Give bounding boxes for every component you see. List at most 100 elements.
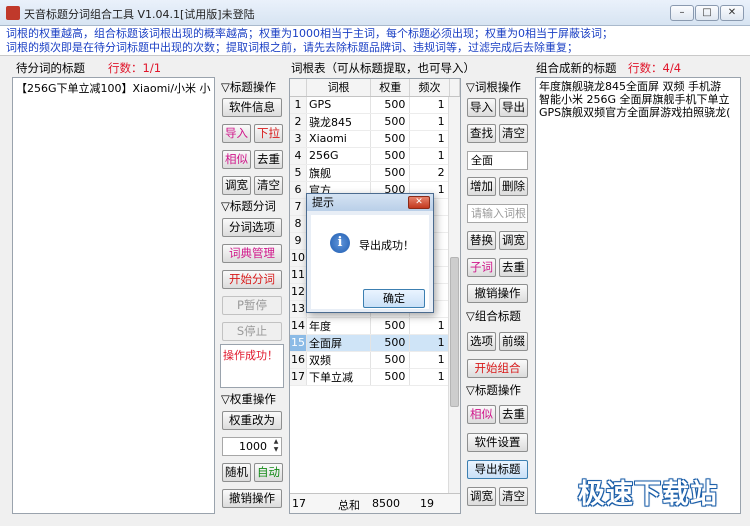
row-word[interactable]: 全面屏	[306, 334, 372, 352]
row-index[interactable]: 6	[290, 181, 308, 199]
segment-header[interactable]: ▽标题分词	[221, 198, 276, 214]
row-word[interactable]: 旗舰	[306, 164, 372, 182]
row-frequency[interactable]: 1	[409, 130, 450, 148]
word-input[interactable]: 请输入词根	[467, 204, 528, 223]
dropdown-button[interactable]: 下拉	[254, 124, 283, 143]
row-weight[interactable]: 500	[370, 96, 411, 114]
row-weight[interactable]: 500	[370, 351, 411, 369]
software-info-button[interactable]: 软件信息	[222, 98, 282, 117]
row-weight[interactable]: 500	[370, 130, 411, 148]
row-word[interactable]: 双频	[306, 351, 372, 369]
subword-button[interactable]: 子词	[467, 258, 496, 277]
row-index[interactable]: 11	[290, 266, 308, 284]
table-row[interactable]: 15 全面屏 500 1	[290, 334, 461, 352]
minimize-button[interactable]: –	[670, 5, 694, 21]
weight-ops-header[interactable]: ▽权重操作	[221, 391, 276, 407]
import-words-button[interactable]: 导入	[467, 98, 496, 117]
auto-button[interactable]: 自动	[254, 463, 283, 482]
start-segment-button[interactable]: 开始分词	[222, 270, 282, 289]
row-weight[interactable]: 500	[370, 317, 411, 335]
export-titles-button[interactable]: 导出标题	[467, 460, 528, 479]
scrollbar-thumb[interactable]	[450, 257, 459, 407]
row-frequency[interactable]: 1	[409, 96, 450, 114]
dedupe-words-button[interactable]: 去重	[499, 258, 528, 277]
title-ops2-header[interactable]: ▽标题操作	[466, 382, 521, 398]
row-frequency[interactable]: 1	[409, 334, 450, 352]
dedupe-button[interactable]: 去重	[254, 150, 283, 169]
row-index[interactable]: 15	[290, 334, 308, 352]
table-row[interactable]: 14 年度 500 1	[290, 317, 461, 335]
row-weight[interactable]: 500	[370, 164, 411, 182]
row-frequency[interactable]: 1	[409, 113, 450, 131]
table-row[interactable]: 2 骁龙845 500 1	[290, 113, 461, 131]
row-word[interactable]: GPS	[306, 96, 372, 114]
row-index[interactable]: 5	[290, 164, 308, 182]
row-index[interactable]: 14	[290, 317, 308, 335]
row-index[interactable]: 17	[290, 368, 308, 386]
table-row[interactable]: 16 双频 500 1	[290, 351, 461, 369]
clear-results-button[interactable]: 清空	[499, 487, 528, 506]
row-word[interactable]: 年度	[306, 317, 372, 335]
source-titles-textarea[interactable]: 【256G下单立减100】Xiaomi/小米 小	[12, 77, 215, 514]
delete-word-button[interactable]: 删除	[499, 177, 528, 196]
row-weight[interactable]: 500	[370, 113, 411, 131]
replace-button[interactable]: 替换	[467, 231, 496, 250]
change-weight-button[interactable]: 权重改为	[222, 411, 282, 430]
dialog-ok-button[interactable]: 确定	[363, 289, 425, 308]
row-word[interactable]: 骁龙845	[306, 113, 372, 131]
word-table-scrollbar[interactable]	[448, 97, 460, 493]
clear-words-button[interactable]: 清空	[499, 124, 528, 143]
undo-weight-button[interactable]: 撤销操作	[222, 489, 282, 508]
row-index[interactable]: 8	[290, 215, 308, 233]
clear-titles-button[interactable]: 清空	[254, 176, 283, 195]
row-index[interactable]: 9	[290, 232, 308, 250]
table-row[interactable]: 5 旗舰 500 2	[290, 164, 461, 182]
row-index[interactable]: 16	[290, 351, 308, 369]
row-index[interactable]: 1	[290, 96, 308, 114]
similar-results-button[interactable]: 相似	[467, 405, 496, 424]
dialog-close-button[interactable]: ✕	[408, 196, 430, 209]
row-index[interactable]: 10	[290, 249, 308, 267]
table-row[interactable]: 3 Xiaomi 500 1	[290, 130, 461, 148]
widen-results-button[interactable]: 调宽	[467, 487, 496, 506]
undo-words-button[interactable]: 撤销操作	[467, 284, 528, 303]
word-ops-header[interactable]: ▽词根操作	[466, 79, 521, 95]
title-ops-header[interactable]: ▽标题操作	[221, 79, 276, 95]
row-frequency[interactable]: 1	[409, 368, 450, 386]
row-index[interactable]: 7	[290, 198, 308, 216]
row-weight[interactable]: 500	[370, 368, 411, 386]
random-button[interactable]: 随机	[222, 463, 251, 482]
row-index[interactable]: 2	[290, 113, 308, 131]
settings-button[interactable]: 软件设置	[467, 433, 528, 452]
row-weight[interactable]: 500	[370, 334, 411, 352]
row-frequency[interactable]: 2	[409, 164, 450, 182]
find-button[interactable]: 查找	[467, 124, 496, 143]
segment-options-button[interactable]: 分词选项	[222, 218, 282, 237]
dedupe-results-button[interactable]: 去重	[499, 405, 528, 424]
pause-button[interactable]: P暂停	[222, 296, 282, 315]
dict-manage-button[interactable]: 词典管理	[222, 244, 282, 263]
maximize-button[interactable]: □	[695, 5, 719, 21]
row-frequency[interactable]: 1	[409, 317, 450, 335]
combo-header[interactable]: ▽组合标题	[466, 308, 521, 324]
word-search-input[interactable]: 全面	[467, 151, 528, 170]
similar-button[interactable]: 相似	[222, 150, 251, 169]
weight-spinner[interactable]: ▲ ▼	[271, 438, 281, 455]
table-row[interactable]: 4 256G 500 1	[290, 147, 461, 165]
col-header-frequency[interactable]: 频次	[409, 79, 450, 97]
row-index[interactable]: 13	[290, 300, 308, 318]
row-frequency[interactable]: 1	[409, 351, 450, 369]
row-word[interactable]: 256G	[306, 147, 372, 165]
row-word[interactable]: 下单立减	[306, 368, 372, 386]
table-row[interactable]: 17 下单立减 500 1	[290, 368, 461, 386]
row-index[interactable]: 3	[290, 130, 308, 148]
result-titles-textarea[interactable]: 年度旗舰骁龙845全面屏 双频 手机游 智能小米 256G 全面屏旗舰手机下单立…	[535, 77, 741, 514]
widen-button[interactable]: 调宽	[222, 176, 251, 195]
stop-button[interactable]: S停止	[222, 322, 282, 341]
row-weight[interactable]: 500	[370, 147, 411, 165]
row-word[interactable]: Xiaomi	[306, 130, 372, 148]
prefix-button[interactable]: 前缀	[499, 332, 528, 351]
row-frequency[interactable]: 1	[409, 147, 450, 165]
col-header-weight[interactable]: 权重	[370, 79, 411, 97]
row-index[interactable]: 12	[290, 283, 308, 301]
